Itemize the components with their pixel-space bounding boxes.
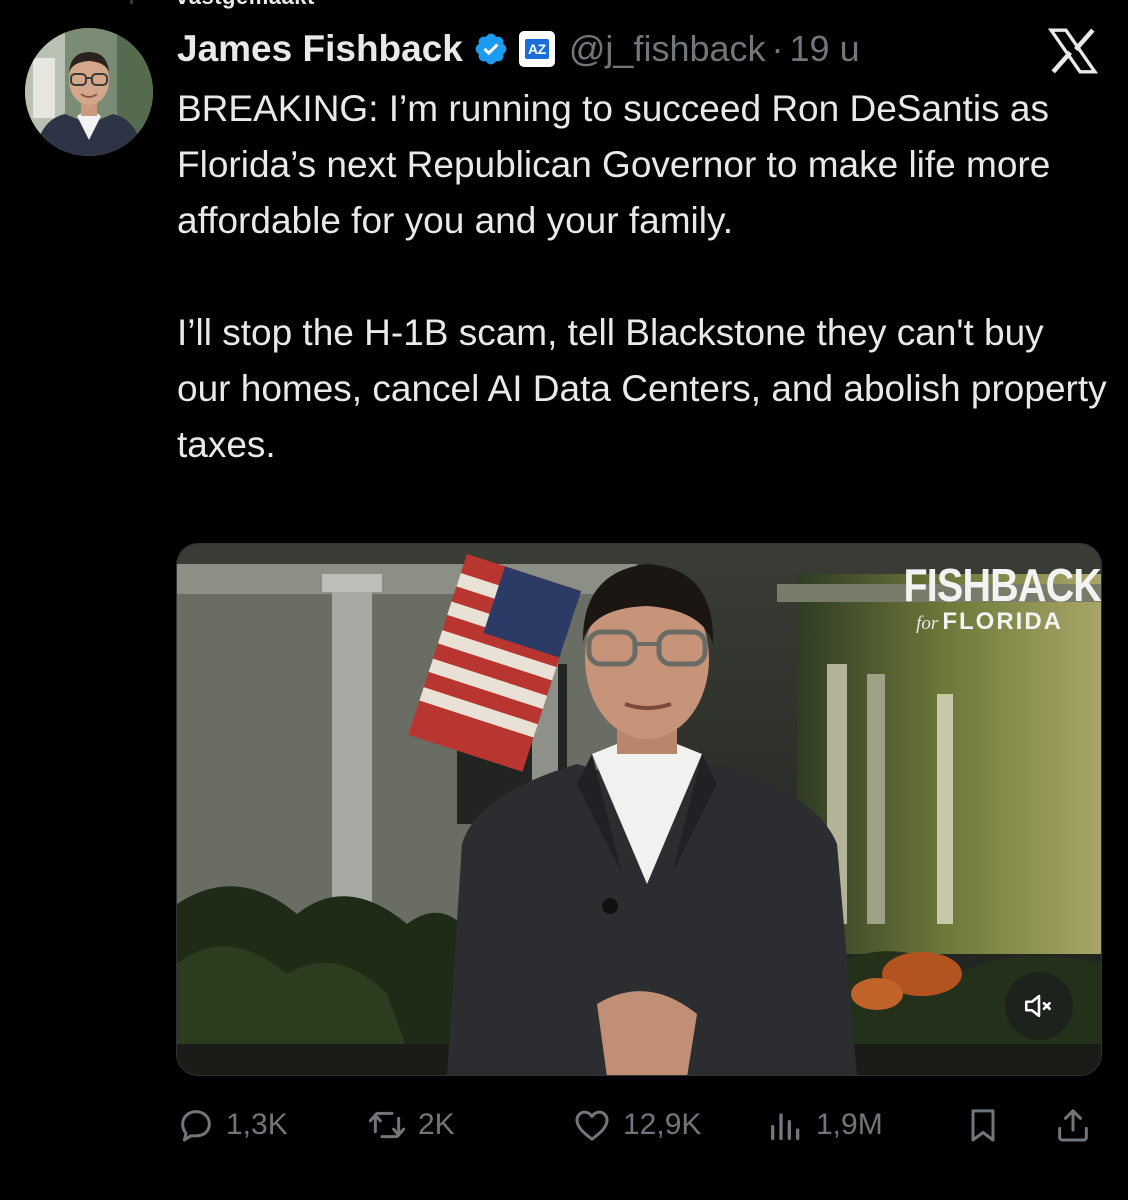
brand-subtitle: for FLORIDA <box>841 608 1063 636</box>
author-name[interactable]: James Fishback <box>177 28 463 70</box>
repost-icon <box>368 1111 406 1139</box>
affiliate-badge[interactable]: AZ <box>518 31 555 67</box>
repost-count: 2K <box>418 1108 455 1141</box>
tweet-actions-bar: 1,3K 2K 12,9K 1,9M <box>176 1100 1106 1150</box>
reply-icon <box>181 1110 211 1142</box>
meta-separator: · <box>771 28 784 69</box>
unmute-button[interactable] <box>1005 972 1073 1040</box>
author-handle[interactable]: @j_fishback <box>569 28 766 70</box>
thread-connector-line <box>130 0 133 4</box>
share-icon <box>1058 1109 1088 1142</box>
affiliate-badge-label: AZ <box>525 39 549 59</box>
views-button[interactable]: 1,9M <box>766 1100 883 1150</box>
x-logo-icon <box>1048 28 1098 74</box>
brand-title: FISHBACK <box>903 559 1101 611</box>
bookmark-button[interactable] <box>963 1100 1003 1150</box>
heart-icon <box>575 1110 609 1141</box>
tweet-timestamp[interactable]: 19 u <box>790 28 860 70</box>
like-count: 12,9K <box>623 1108 702 1141</box>
reply-button[interactable]: 1,3K <box>176 1100 288 1150</box>
brand-state-text: FLORIDA <box>942 608 1063 635</box>
thread-cut-off-text: vastgemaakt <box>176 0 315 10</box>
brand-for-text: for <box>916 613 939 634</box>
share-button[interactable] <box>1053 1100 1093 1150</box>
like-button[interactable]: 12,9K <box>571 1100 701 1150</box>
muted-speaker-icon <box>1024 994 1051 1018</box>
tweet-header: James Fishback AZ @j_fishback · 19 u <box>177 24 860 74</box>
reply-count: 1,3K <box>226 1108 288 1141</box>
verified-check-icon <box>475 33 507 65</box>
thread-context: vastgemaakt <box>130 0 430 9</box>
author-avatar[interactable] <box>25 28 153 156</box>
tweet-body-text: BREAKING: I’m running to succeed Ron DeS… <box>177 88 1107 465</box>
view-count: 1,9M <box>816 1108 883 1141</box>
bookmark-icon <box>971 1109 995 1142</box>
video-brand-overlay: FISHBACK for FLORIDA <box>841 558 1101 636</box>
tweet-video[interactable]: FISHBACK for FLORIDA <box>176 543 1102 1076</box>
repost-button[interactable]: 2K <box>366 1100 455 1150</box>
views-chart-icon <box>771 1113 800 1140</box>
